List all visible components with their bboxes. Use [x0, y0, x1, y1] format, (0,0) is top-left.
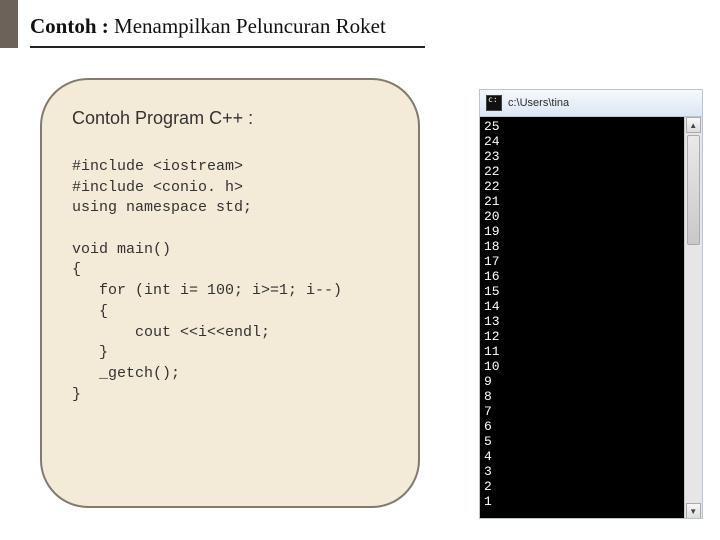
title-rest-part: Menampilkan Peluncuran Roket [109, 14, 386, 38]
scroll-down-button[interactable]: ▼ [686, 503, 701, 518]
console-body-wrap: 25 24 23 22 22 21 20 19 18 17 16 15 14 1… [480, 117, 702, 518]
chevron-up-icon: ▲ [689, 121, 697, 130]
scroll-up-button[interactable]: ▲ [686, 117, 701, 133]
cmd-icon [486, 95, 502, 111]
title-bold-part: Contoh : [30, 14, 109, 38]
console-window: c:\Users\tina 25 24 23 22 22 21 20 19 18… [480, 90, 702, 518]
console-output: 25 24 23 22 22 21 20 19 18 17 16 15 14 1… [480, 117, 684, 518]
slide-title: Contoh : Menampilkan Peluncuran Roket [30, 14, 386, 39]
chevron-down-icon: ▼ [689, 507, 697, 516]
console-title-text: c:\Users\tina [508, 97, 569, 109]
scroll-thumb[interactable] [687, 135, 700, 245]
vertical-scrollbar[interactable]: ▲ ▼ [684, 117, 702, 518]
cpp-code-block: #include <iostream> #include <conio. h> … [72, 157, 390, 405]
title-underline [30, 46, 425, 48]
console-titlebar[interactable]: c:\Users\tina [480, 90, 702, 117]
code-example-card: Contoh Program C++ : #include <iostream>… [40, 78, 420, 508]
slide-accent-bar [0, 0, 18, 48]
card-subtitle: Contoh Program C++ : [72, 108, 390, 129]
